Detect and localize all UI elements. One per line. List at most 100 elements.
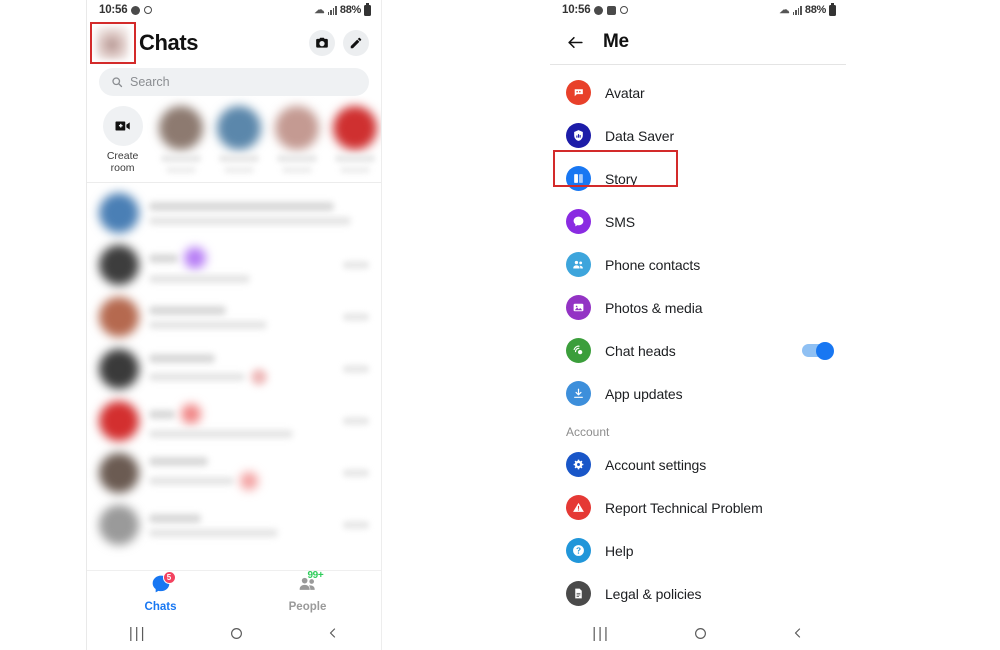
tab-people[interactable]: 99+ People (271, 570, 345, 613)
chats-header: Chats (87, 20, 381, 66)
android-nav-bar-left: ||| (87, 616, 381, 650)
signal-icon (792, 5, 802, 15)
tab-chats-label: Chats (144, 601, 177, 613)
room-avatar[interactable] (155, 106, 206, 173)
chat-heads-toggle[interactable] (802, 341, 834, 360)
menu-item-app-updates[interactable]: App updates (550, 372, 846, 415)
menu-item-chat-heads[interactable]: Chat heads (550, 329, 846, 372)
tab-people-label: People (288, 601, 327, 613)
create-room-label: Create room (107, 150, 139, 174)
menu-item-account-settings[interactable]: Account settings (550, 443, 846, 486)
list-item[interactable] (87, 447, 381, 499)
bottom-tab-bar: 5 Chats 99+ People (87, 570, 381, 616)
story-icon (566, 166, 591, 191)
status-bar-right-group: ☁ 88% (314, 2, 371, 16)
menu-item-label: SMS (605, 213, 636, 230)
recents-icon[interactable]: ||| (129, 625, 147, 642)
document-icon (566, 581, 591, 606)
chat-heads-icon (566, 338, 591, 363)
circle-slash-icon (144, 6, 153, 14)
right-phone-screen: 10:56 ☁ 88% Me Avatar Data Saver Story S… (550, 0, 846, 650)
signal-icon (327, 5, 337, 15)
create-room-button[interactable]: Create room (97, 106, 148, 174)
recents-icon[interactable]: ||| (592, 625, 610, 642)
list-item[interactable] (87, 395, 381, 447)
menu-item-label: Legal & policies (605, 585, 702, 602)
camera-icon[interactable] (309, 30, 335, 56)
image-icon (607, 5, 617, 15)
left-phone-screen: 10:56 ☁ 88% Chats Search Create room 5 C… (86, 0, 382, 650)
battery-percent: 88% (804, 4, 826, 16)
status-bar-left-group: 10:56 (99, 4, 153, 16)
list-item[interactable] (87, 343, 381, 395)
status-bar-right-group: ☁ 88% (779, 2, 836, 16)
tab-chats[interactable]: 5 Chats (124, 571, 198, 613)
menu-item-label: Phone contacts (605, 256, 701, 273)
home-icon[interactable] (230, 627, 243, 640)
help-icon (566, 538, 591, 563)
menu-item-avatar[interactable]: Avatar (550, 71, 846, 114)
search-input[interactable]: Search (99, 68, 369, 96)
back-icon[interactable] (792, 627, 804, 639)
app-updates-icon (566, 381, 591, 406)
menu-item-label: Story (605, 170, 638, 187)
menu-item-label: Account settings (605, 456, 707, 473)
menu-item-photos-media[interactable]: Photos & media (550, 286, 846, 329)
people-badge: 99+ (307, 570, 324, 581)
battery-icon (829, 2, 836, 16)
avatar-icon (566, 80, 591, 105)
me-header: Me (550, 20, 846, 64)
room-avatar[interactable] (213, 106, 264, 173)
create-room-label-line2: room (110, 162, 135, 174)
battery-icon (364, 2, 371, 16)
rooms-row: Create room (87, 96, 381, 180)
menu-item-help[interactable]: Help (550, 529, 846, 572)
list-item[interactable] (87, 291, 381, 343)
wifi-icon: ☁ (779, 4, 790, 16)
page-title: Me (603, 31, 629, 52)
data-saver-icon (566, 123, 591, 148)
menu-item-sms[interactable]: SMS (550, 200, 846, 243)
phone-contacts-icon (566, 252, 591, 277)
left-status-bar: 10:56 ☁ 88% (87, 0, 381, 20)
search-placeholder: Search (130, 75, 170, 89)
right-status-bar: 10:56 ☁ 88% (550, 0, 846, 20)
room-avatar[interactable] (272, 106, 323, 173)
header-actions (309, 30, 369, 56)
messenger-icon (131, 5, 141, 15)
search-icon (112, 77, 123, 88)
list-item[interactable] (87, 499, 381, 551)
menu-item-label: App updates (605, 385, 683, 402)
menu-item-report-problem[interactable]: Report Technical Problem (550, 486, 846, 529)
status-bar-clock: 10:56 (562, 4, 591, 16)
profile-avatar[interactable] (95, 26, 129, 60)
create-room-label-line1: Create (106, 150, 139, 162)
list-item[interactable] (87, 187, 381, 239)
home-icon[interactable] (694, 627, 707, 640)
compose-icon[interactable] (343, 30, 369, 56)
status-bar-clock: 10:56 (99, 4, 128, 16)
video-plus-icon (102, 106, 143, 146)
room-avatar[interactable] (330, 106, 381, 173)
menu-item-story[interactable]: Story (550, 157, 846, 200)
sms-icon (566, 209, 591, 234)
menu-item-label: Photos & media (605, 299, 703, 316)
menu-item-label: Avatar (605, 84, 645, 101)
menu-item-data-saver[interactable]: Data Saver (550, 114, 846, 157)
wifi-icon: ☁ (314, 4, 325, 16)
status-bar-left-group: 10:56 (562, 4, 629, 16)
arrow-left-icon[interactable] (566, 33, 585, 52)
menu-item-legal-policies[interactable]: Legal & policies (550, 572, 846, 615)
list-item[interactable] (87, 239, 381, 291)
chats-badge: 5 (162, 571, 176, 584)
menu-item-label: Data Saver (605, 127, 675, 144)
circle-slash-icon (620, 6, 629, 14)
menu-item-phone-contacts[interactable]: Phone contacts (550, 243, 846, 286)
gear-icon (566, 452, 591, 477)
avatar-image (95, 26, 129, 60)
page-title: Chats (139, 30, 199, 55)
menu-item-label: Help (605, 542, 634, 559)
section-header-account: Account (566, 425, 610, 439)
back-icon[interactable] (327, 627, 339, 639)
battery-percent: 88% (339, 4, 361, 16)
